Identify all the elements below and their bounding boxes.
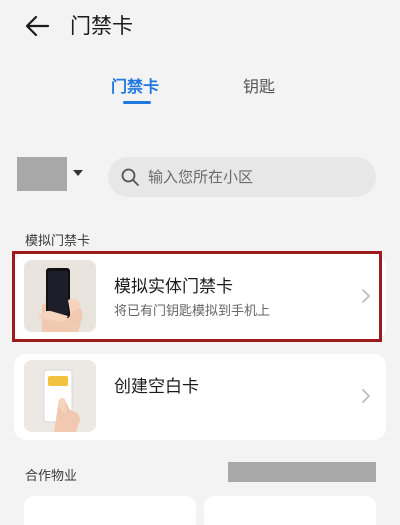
chevron-right-icon <box>362 289 370 303</box>
search-icon <box>121 168 139 186</box>
card-title: 创建空白卡 <box>114 377 199 397</box>
simulate-card-item[interactable]: 模拟实体门禁卡 将已有门钥匙模拟到手机上 <box>14 254 386 340</box>
search-bar[interactable] <box>108 157 376 197</box>
tab-keys[interactable]: 钥匙 <box>243 74 275 100</box>
partner-card[interactable] <box>24 496 196 525</box>
caret-down-icon <box>73 170 83 176</box>
tab-indicator <box>123 101 151 104</box>
partner-card[interactable] <box>204 496 376 525</box>
search-input[interactable] <box>148 165 368 189</box>
section-title-simulated: 模拟门禁卡 <box>25 234 91 249</box>
phone-in-hand-icon <box>24 260 96 332</box>
redacted-block <box>228 462 376 482</box>
back-button[interactable] <box>22 10 54 42</box>
page-title: 门禁卡 <box>70 14 133 38</box>
tab-access-card[interactable]: 门禁卡 <box>111 74 159 100</box>
card-subtitle: 将已有门钥匙模拟到手机上 <box>114 304 271 319</box>
back-arrow-icon <box>25 15 50 37</box>
blank-card-phone-icon <box>24 360 96 432</box>
chevron-right-icon <box>362 389 370 403</box>
header: 门禁卡 <box>0 0 400 52</box>
create-blank-card-item[interactable]: 创建空白卡 <box>14 354 386 440</box>
card-title: 模拟实体门禁卡 <box>114 277 233 297</box>
region-value-redacted <box>17 157 67 191</box>
section-title-partners: 合作物业 <box>25 469 78 484</box>
region-dropdown[interactable] <box>17 155 91 195</box>
